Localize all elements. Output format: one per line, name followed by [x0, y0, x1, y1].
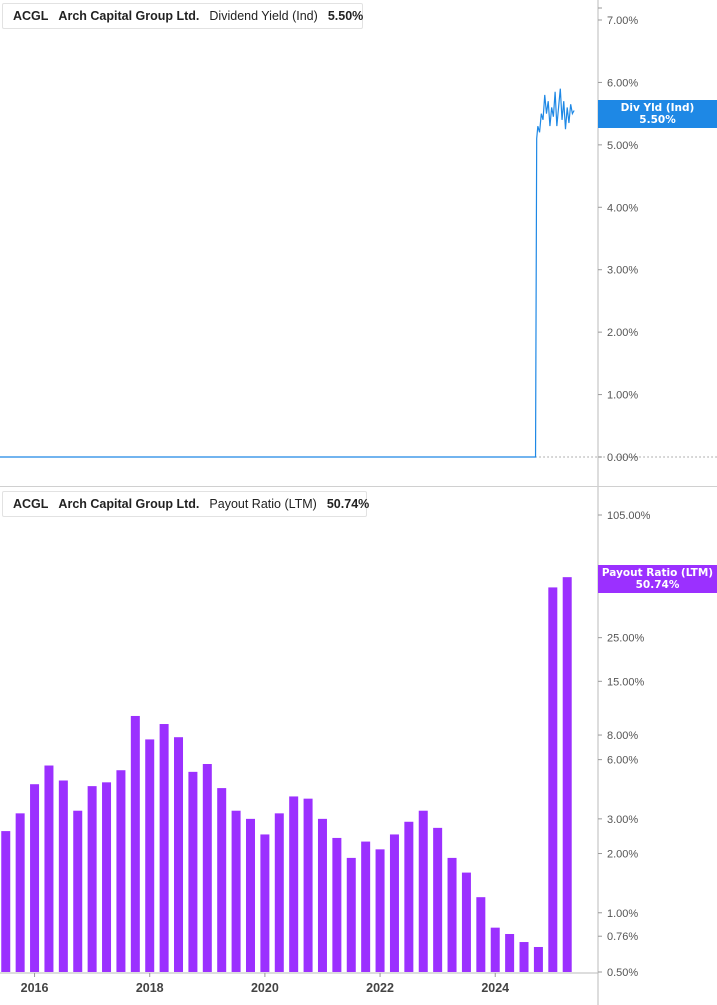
y-tick-label: 4.00%: [607, 202, 638, 214]
dividend-yield-line: [0, 88, 575, 458]
dividend-yield-chart: 7.00% 6.00% 5.00% 4.00% 3.00% 2.00% 1.00% 0.00%: [0, 0, 717, 487]
y-tick-label: 105.00%: [607, 510, 651, 522]
payout-ratio-bar: [361, 841, 371, 972]
payout-ratio-bar: [404, 821, 414, 972]
payout-ratio-bar: [15, 813, 25, 972]
payout-ratio-bar: [174, 737, 184, 972]
payout-ratio-bar: [490, 927, 500, 972]
callout-label: Div Yld (Ind): [620, 102, 695, 114]
callout-value: 50.74%: [635, 579, 680, 591]
payout-ratio-bar: [130, 715, 140, 972]
payout-ratio-bar: [87, 786, 97, 972]
legend-value: 5.50%: [327, 9, 364, 23]
y-tick-label: 1.00%: [607, 908, 638, 920]
payout-ratio-bar: [231, 810, 241, 972]
payout-ratio-bar: [433, 827, 443, 972]
payout-ratio-bar: [505, 933, 515, 972]
y-tick-label: 7.00%: [607, 15, 638, 27]
dividend-yield-callout: Div Yld (Ind) 5.50%: [598, 100, 717, 128]
payout-ratio-callout: Payout Ratio (LTM) 50.74%: [598, 565, 717, 593]
payout-ratio-bar: [533, 946, 543, 972]
legend-ticker: ACGL: [13, 9, 49, 23]
payout-ratio-bar: [418, 810, 428, 972]
payout-ratio-bar: [289, 796, 299, 972]
chart-root: 7.00% 6.00% 5.00% 4.00% 3.00% 2.00% 1.00% 0.00%…: [0, 0, 717, 1005]
payout-ratio-bar: [375, 849, 385, 972]
payout-ratio-bar: [274, 813, 284, 972]
legend-ticker: ACGL: [13, 497, 49, 511]
payout-ratio-bar: [1, 831, 11, 972]
y-tick-label: 15.00%: [607, 676, 645, 688]
payout-ratio-bar: [476, 897, 486, 972]
legend-company: Arch Capital Group Ltd.: [58, 497, 200, 511]
y-tick-label: 5.00%: [607, 140, 638, 152]
payout-ratio-bar: [332, 837, 342, 972]
y-tick-label: 0.50%: [607, 967, 638, 979]
y-tick-label: 0.76%: [607, 931, 638, 943]
payout-ratio-bar: [303, 798, 313, 972]
legend-value: 50.74%: [326, 497, 370, 511]
payout-ratio-bar: [245, 818, 255, 972]
payout-ratio-bar: [159, 724, 169, 972]
legend-metric: Dividend Yield (Ind): [209, 9, 318, 23]
payout-ratio-bar: [389, 834, 399, 972]
payout-ratio-bar: [317, 818, 327, 972]
payout-ratio-bar: [217, 788, 227, 972]
payout-ratio-bar: [30, 784, 40, 972]
x-tick-label: 2016: [21, 981, 49, 995]
payout-ratio-bar: [519, 942, 529, 972]
payout-ratio-bar: [188, 771, 198, 972]
payout-ratio-bar: [548, 587, 558, 972]
y-tick-label: 6.00%: [607, 77, 638, 89]
y-tick-label: 8.00%: [607, 730, 638, 742]
x-tick-label: 2018: [136, 981, 164, 995]
payout-ratio-bar: [44, 765, 54, 972]
callout-label: Payout Ratio (LTM): [601, 567, 714, 579]
callout-value: 5.50%: [639, 114, 676, 126]
payout-ratio-bar: [346, 857, 356, 972]
payout-ratio-bar: [202, 764, 212, 972]
payout-ratio-bar: [116, 770, 126, 972]
payout-ratio-bar: [145, 739, 155, 972]
payout-ratio-bar: [461, 872, 471, 972]
y-tick-label: 25.00%: [607, 633, 645, 645]
dividend-yield-legend: ACGL Arch Capital Group Ltd. Dividend Yi…: [2, 3, 363, 29]
y-tick-label: 2.00%: [607, 327, 638, 339]
payout-ratio-bar: [447, 857, 457, 972]
y-tick-label: 1.00%: [607, 390, 638, 402]
y-tick-label: 3.00%: [607, 265, 638, 277]
x-tick-label: 2022: [366, 981, 394, 995]
x-tick-label: 2020: [251, 981, 279, 995]
payout-ratio-bar: [102, 782, 112, 972]
legend-metric: Payout Ratio (LTM): [209, 497, 317, 511]
payout-ratio-legend: ACGL Arch Capital Group Ltd. Payout Rati…: [2, 491, 370, 517]
y-tick-label: 0.00%: [607, 452, 638, 464]
payout-ratio-bar: [58, 780, 68, 972]
y-tick-label: 6.00%: [607, 755, 638, 767]
y-tick-label: 3.00%: [607, 814, 638, 826]
payout-ratio-bar: [73, 810, 83, 972]
legend-company: Arch Capital Group Ltd.: [58, 9, 200, 23]
payout-ratio-bar: [562, 577, 572, 972]
x-tick-label: 2024: [481, 981, 509, 995]
y-tick-label: 2.00%: [607, 849, 638, 861]
payout-ratio-bar: [260, 834, 270, 972]
